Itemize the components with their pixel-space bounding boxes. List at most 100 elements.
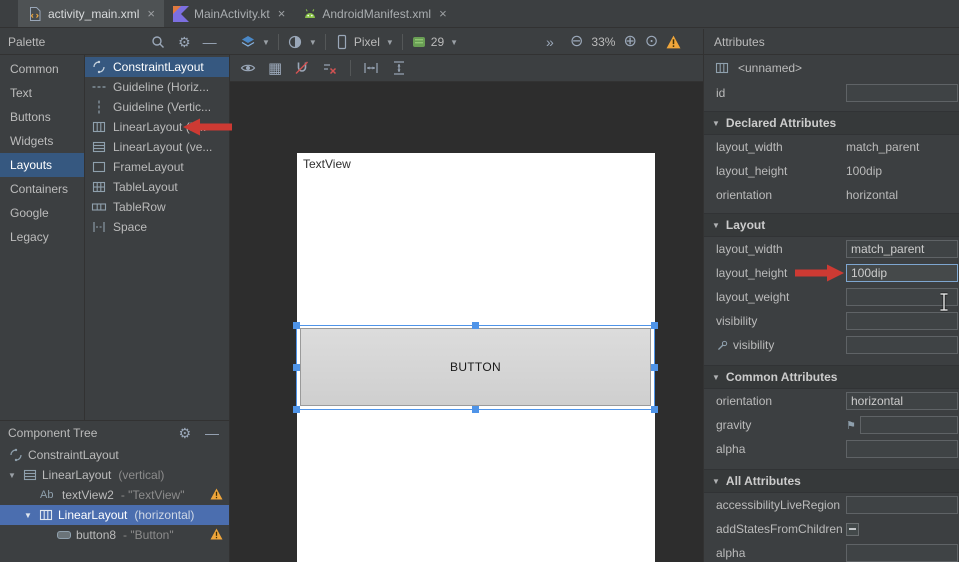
component-framelayout[interactable]: FrameLayout [85, 157, 229, 177]
category-containers[interactable]: Containers [0, 177, 84, 201]
collapse-triangle-icon: ▼ [712, 221, 720, 230]
accessibilityliveregion-input[interactable] [846, 496, 958, 514]
resize-handle-middle-left[interactable] [293, 364, 300, 371]
tools-visibility-input[interactable] [846, 336, 958, 354]
tree-item-textview2[interactable]: Ab textView2- "TextView" [0, 485, 229, 505]
section-common-attributes[interactable]: ▼ Common Attributes [704, 365, 959, 389]
collapse-triangle-icon: ▼ [712, 119, 720, 128]
category-layouts[interactable]: Layouts [0, 153, 84, 177]
tree-item-linearlayout-vertical[interactable]: ▼ LinearLayout(vertical) [0, 465, 229, 485]
tree-item-linearlayout-horizontal[interactable]: ▼ LinearLayout(horizontal) [0, 505, 229, 525]
tab-label: MainActivity.kt [194, 7, 270, 21]
attr-row-visibility: visibility [704, 309, 959, 333]
pack-vertical-icon[interactable] [391, 60, 407, 76]
device-dropdown[interactable]: Pixel ▼ [334, 34, 394, 50]
resize-handle-bottom-right[interactable] [651, 406, 658, 413]
tab-activity-main-xml[interactable]: activity_main.xml × [18, 0, 164, 27]
tab-androidmanifest-xml[interactable]: AndroidManifest.xml × [294, 0, 455, 27]
textview-widget[interactable]: TextView [303, 157, 351, 171]
category-text[interactable]: Text [0, 81, 84, 105]
device-canvas[interactable]: TextView BUTTON [297, 153, 655, 562]
component-space[interactable]: Space [85, 217, 229, 237]
autoconnect-off-magnet-icon[interactable] [294, 60, 310, 76]
alpha-all-input[interactable] [846, 544, 958, 562]
attr-row-orientation-declared: orientation horizontal [704, 183, 959, 207]
chevron-down-icon: ▼ [262, 38, 270, 47]
warning-icon[interactable] [210, 488, 223, 500]
blueprint-grid-icon[interactable]: ▦ [268, 61, 282, 76]
warning-icon[interactable] [666, 35, 681, 49]
overflow-chevron-icon[interactable]: » [546, 35, 554, 49]
warning-wrap [210, 528, 223, 543]
close-icon[interactable]: × [439, 6, 447, 21]
gear-icon[interactable]: ⚙ [178, 35, 191, 49]
chevron-down-icon: ▼ [450, 38, 458, 47]
alpha-input[interactable] [846, 440, 958, 458]
expand-arrow-icon[interactable]: ▼ [22, 511, 34, 520]
section-layout[interactable]: ▼ Layout [704, 213, 959, 237]
component-guideline-horizontal[interactable]: Guideline (Horiz... [85, 77, 229, 97]
api-level-dropdown[interactable]: 29 ▼ [411, 34, 458, 50]
view-options-eye-icon[interactable] [240, 60, 256, 76]
orientation-input[interactable] [846, 392, 958, 410]
gear-icon[interactable]: ⚙ [178, 426, 191, 440]
zoom-out-icon[interactable]: ⊖ [570, 34, 583, 50]
attr-row-accessibilityliveregion: accessibilityLiveRegion [704, 493, 959, 517]
tab-mainactivity-kt[interactable]: MainActivity.kt × [164, 0, 294, 27]
expand-arrow-icon[interactable]: ▼ [6, 471, 18, 480]
attr-value[interactable]: match_parent [846, 140, 919, 154]
design-mode-dropdown[interactable]: ▼ [240, 34, 270, 50]
theme-dropdown[interactable]: ▼ [287, 34, 317, 50]
component-guideline-vertical[interactable]: Guideline (Vertic... [85, 97, 229, 117]
selected-component-row: <unnamed> [704, 55, 959, 81]
close-icon[interactable]: × [278, 6, 286, 21]
zoom-in-icon[interactable]: ⊕ [623, 34, 636, 50]
component-tablerow[interactable]: TableRow [85, 197, 229, 217]
component-tree-title: Component Tree [8, 426, 97, 440]
toolbar-separator [278, 34, 279, 50]
gravity-input[interactable] [860, 416, 958, 434]
section-all-attributes[interactable]: ▼ All Attributes [704, 469, 959, 493]
linearlayout-vertical-icon [22, 467, 38, 483]
flag-icon[interactable]: ⚑ [846, 419, 856, 432]
component-constraintlayout[interactable]: ConstraintLayout [85, 57, 229, 77]
component-linearlayout-vertical[interactable]: LinearLayout (ve... [85, 137, 229, 157]
search-icon[interactable] [150, 34, 166, 50]
layout-height-input[interactable] [846, 264, 958, 282]
pack-horizontal-icon[interactable] [363, 60, 379, 76]
dash-icon [849, 528, 856, 530]
resize-handle-bottom-center[interactable] [472, 406, 479, 413]
tree-item-constraintlayout[interactable]: ConstraintLayout [0, 445, 229, 465]
attr-row-addstatesfromchildren: addStatesFromChildren [704, 517, 959, 541]
category-google[interactable]: Google [0, 201, 84, 225]
resize-handle-bottom-left[interactable] [293, 406, 300, 413]
clear-constraints-icon[interactable] [322, 60, 338, 76]
category-buttons[interactable]: Buttons [0, 105, 84, 129]
resize-handle-top-left[interactable] [293, 322, 300, 329]
zoom-to-fit-icon[interactable]: ⊙ [645, 34, 658, 50]
toolbar-separator [325, 34, 326, 50]
close-icon[interactable]: × [147, 6, 155, 21]
design-options-toolbar: ▦ [230, 55, 703, 82]
minimize-panel-icon[interactable]: — [203, 35, 217, 49]
resize-handle-top-center[interactable] [472, 322, 479, 329]
tree-item-button8[interactable]: button8- "Button" [0, 525, 229, 545]
linearlayout-vertical-icon [91, 139, 107, 155]
layout-width-input[interactable] [846, 240, 958, 258]
component-tablelayout[interactable]: TableLayout [85, 177, 229, 197]
indeterminate-checkbox[interactable] [846, 523, 859, 536]
category-legacy[interactable]: Legacy [0, 225, 84, 249]
warning-icon[interactable] [210, 528, 223, 540]
attr-value[interactable]: horizontal [846, 188, 898, 202]
design-surface-toolbar: ▼ ▼ Pixel ▼ 29 ▼ [240, 29, 458, 55]
attr-value[interactable]: 100dip [846, 164, 882, 178]
visibility-input[interactable] [846, 312, 958, 330]
resize-handle-middle-right[interactable] [651, 364, 658, 371]
section-declared-attributes[interactable]: ▼ Declared Attributes [704, 111, 959, 135]
category-widgets[interactable]: Widgets [0, 129, 84, 153]
resize-handle-top-right[interactable] [651, 322, 658, 329]
category-common[interactable]: Common [0, 57, 84, 81]
canvas-viewport[interactable]: TextView BUTTON [230, 82, 703, 562]
minimize-panel-icon[interactable]: — [205, 426, 219, 440]
id-input[interactable] [846, 84, 958, 102]
